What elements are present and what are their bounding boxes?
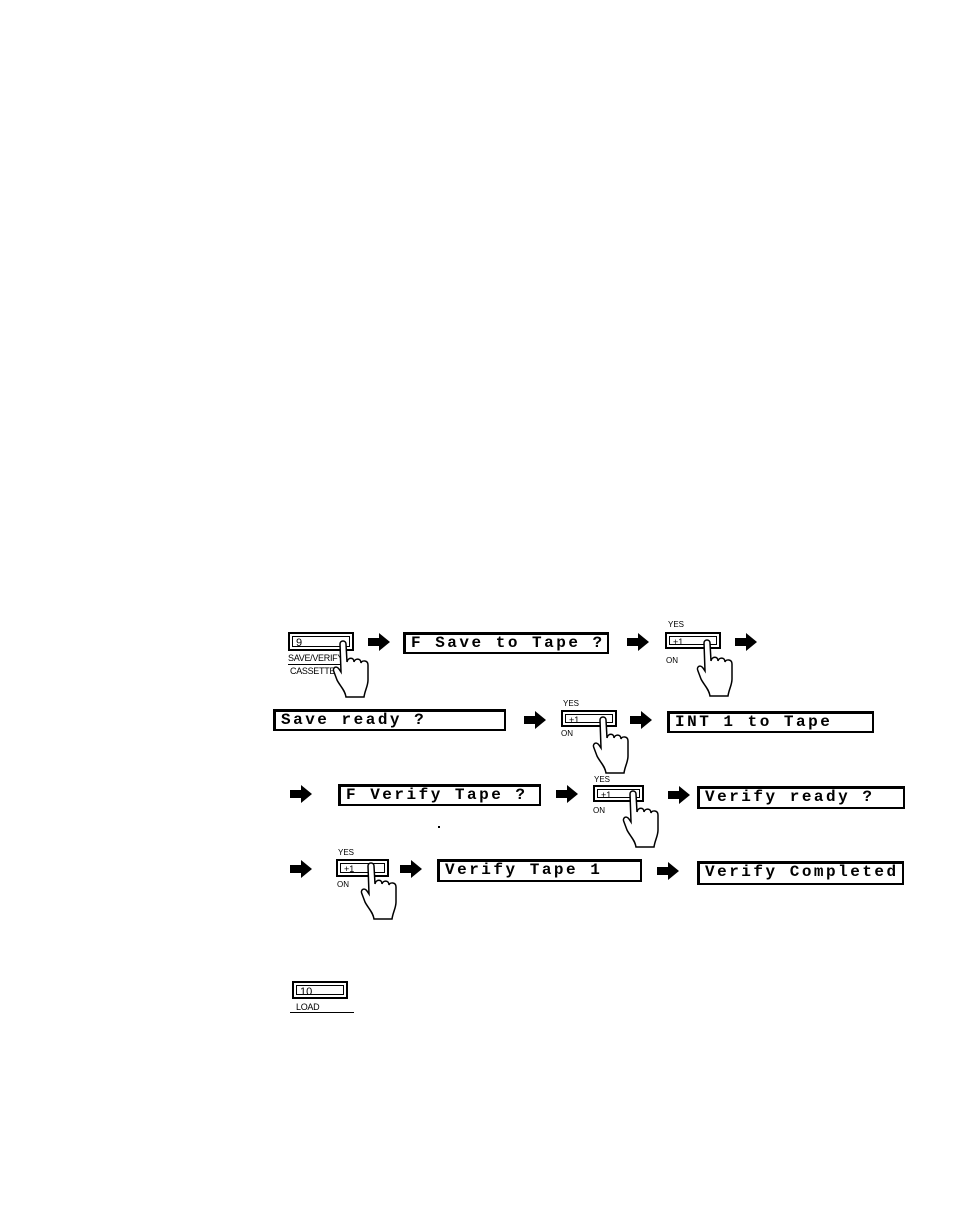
pointing-hand-icon — [360, 862, 400, 920]
pointing-hand-icon — [696, 639, 736, 697]
yes-label: YES — [338, 848, 355, 857]
right-arrow-icon — [290, 785, 312, 803]
right-arrow-icon — [735, 633, 757, 651]
right-arrow-icon — [657, 862, 679, 880]
lcd-display: Save ready ? — [273, 709, 506, 731]
on-label: ON — [593, 806, 605, 815]
lcd-display: Verify ready ? — [697, 786, 905, 809]
right-arrow-icon — [290, 860, 312, 878]
yes-label: YES — [563, 699, 580, 708]
pointing-hand-icon — [592, 716, 632, 774]
on-label: ON — [666, 656, 678, 665]
button-number: 10 — [296, 985, 344, 998]
right-arrow-icon — [400, 860, 422, 878]
right-arrow-icon — [630, 711, 652, 729]
cassette-label: CASSETTE — [290, 666, 336, 676]
right-arrow-icon — [627, 633, 649, 651]
lcd-display: INT 1 to Tape — [667, 711, 874, 733]
speck — [438, 826, 440, 828]
yes-label: YES — [594, 775, 611, 784]
right-arrow-icon — [368, 633, 390, 651]
on-label: ON — [337, 880, 349, 889]
right-arrow-icon — [556, 785, 578, 803]
load-button[interactable]: 10 — [292, 981, 348, 999]
lcd-display: Verify Tape 1 — [437, 859, 642, 882]
lcd-display: Verify Completed — [697, 861, 904, 885]
yes-label: YES — [668, 620, 685, 629]
load-label: LOAD — [296, 1002, 320, 1012]
label-underline — [290, 1012, 354, 1013]
lcd-display: F Verify Tape ? — [338, 784, 541, 806]
right-arrow-icon — [668, 786, 690, 804]
pointing-hand-icon — [622, 790, 662, 848]
right-arrow-icon — [524, 711, 546, 729]
pointing-hand-icon — [332, 640, 372, 698]
on-label: ON — [561, 729, 573, 738]
lcd-display: F Save to Tape ? — [403, 632, 609, 654]
